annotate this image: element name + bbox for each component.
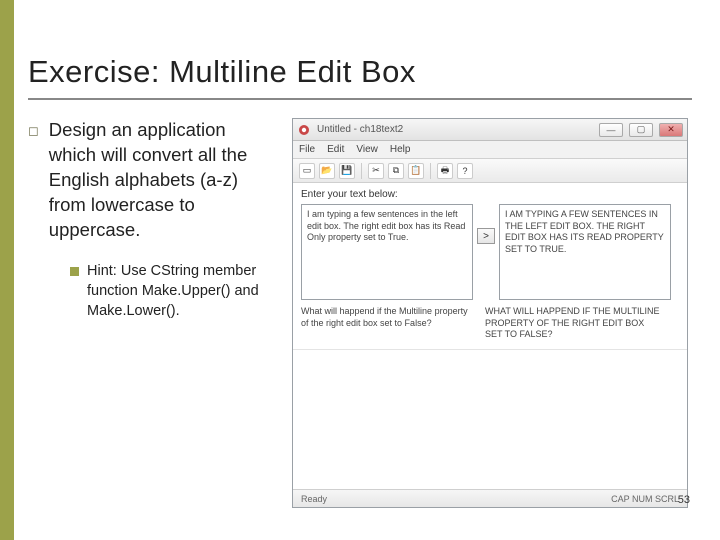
menubar: File Edit View Help — [293, 141, 687, 159]
close-button[interactable]: ✕ — [659, 123, 683, 137]
window-title: Untitled - ch18text2 — [317, 124, 593, 135]
status-ready: Ready — [301, 494, 327, 504]
menu-help[interactable]: Help — [390, 144, 411, 155]
convert-button[interactable]: > — [477, 228, 495, 244]
edit-area: I am typing a few sentences in the left … — [301, 204, 679, 300]
prompt-label: Enter your text below: — [301, 189, 679, 200]
slide-body: Exercise: Multiline Edit Box ◻ Design an… — [0, 0, 720, 508]
help-icon[interactable]: ? — [457, 163, 473, 179]
question-row: What will happend if the Multiline prope… — [293, 304, 687, 349]
bullet-square-icon: ◻ — [28, 118, 39, 243]
minimize-button[interactable]: — — [599, 123, 623, 137]
app-icon — [297, 123, 311, 137]
toolbar: ▭ 📂 💾 ✂ ⧉ 📋 🖶 ? — [293, 159, 687, 183]
status-indicators: CAP NUM SCRL — [611, 494, 679, 504]
menu-file[interactable]: File — [299, 144, 315, 155]
save-icon[interactable]: 💾 — [339, 163, 355, 179]
copy-icon[interactable]: ⧉ — [388, 163, 404, 179]
sub-bullet-item: Hint: Use CString member function Make.U… — [70, 261, 276, 322]
page-title: Exercise: Multiline Edit Box — [28, 54, 692, 90]
bullet-text: Design an application which will convert… — [49, 118, 276, 243]
paste-icon[interactable]: 📋 — [408, 163, 424, 179]
sub-bullet-text: Hint: Use CString member function Make.U… — [87, 261, 276, 322]
cut-icon[interactable]: ✂ — [368, 163, 384, 179]
bullet-item: ◻ Design an application which will conve… — [28, 118, 276, 243]
client-area: Enter your text below: I am typing a few… — [293, 183, 687, 304]
menu-edit[interactable]: Edit — [327, 144, 344, 155]
sub-bullet-square-icon — [70, 267, 79, 276]
title-rule — [28, 98, 692, 100]
screenshot-column: Untitled - ch18text2 — ▢ ✕ File Edit Vie… — [292, 118, 692, 508]
toolbar-separator — [430, 163, 431, 179]
slide-accent-bar — [0, 0, 14, 540]
open-icon[interactable]: 📂 — [319, 163, 335, 179]
print-icon[interactable]: 🖶 — [437, 163, 453, 179]
app-window: Untitled - ch18text2 — ▢ ✕ File Edit Vie… — [292, 118, 688, 508]
new-icon[interactable]: ▭ — [299, 163, 315, 179]
toolbar-separator — [361, 163, 362, 179]
question-left: What will happend if the Multiline prope… — [301, 306, 477, 341]
statusbar: Ready CAP NUM SCRL — [293, 489, 687, 507]
titlebar: Untitled - ch18text2 — ▢ ✕ — [293, 119, 687, 141]
right-editbox[interactable]: I AM TYPING A FEW SENTENCES IN THE LEFT … — [499, 204, 671, 300]
content-columns: ◻ Design an application which will conve… — [28, 118, 692, 508]
menu-view[interactable]: View — [356, 144, 378, 155]
blank-area — [293, 349, 687, 489]
text-column: ◻ Design an application which will conve… — [28, 118, 276, 508]
question-right: WHAT WILL HAPPEND IF THE MULTILINE PROPE… — [485, 306, 661, 341]
maximize-button[interactable]: ▢ — [629, 123, 653, 137]
left-editbox[interactable]: I am typing a few sentences in the left … — [301, 204, 473, 300]
page-number: 53 — [678, 494, 690, 506]
